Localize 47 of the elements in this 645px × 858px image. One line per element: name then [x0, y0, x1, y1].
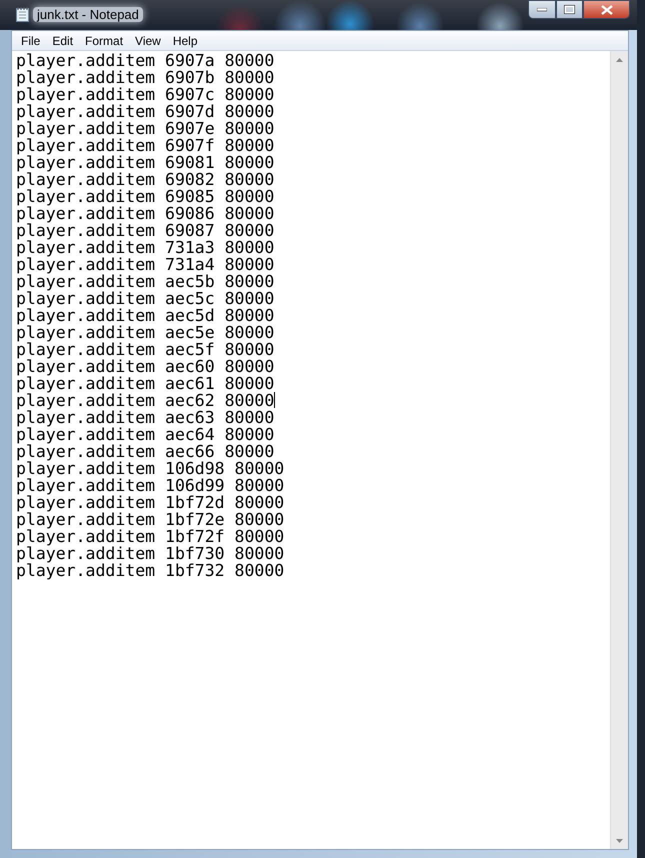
text-line: player.additem aec5f 80000	[16, 340, 274, 359]
close-button[interactable]	[583, 0, 630, 19]
minimize-icon	[537, 8, 547, 12]
menu-item[interactable]: Help	[166, 34, 204, 48]
text-line: player.additem 69082 80000	[16, 170, 274, 189]
text-line: player.additem 6907b 80000	[16, 68, 274, 87]
text-line: player.additem 1bf72e 80000	[16, 510, 284, 529]
minimize-button[interactable]	[528, 0, 556, 19]
text-line: player.additem aec5c 80000	[16, 289, 274, 308]
text-line: player.additem 6907a 80000	[16, 51, 274, 70]
text-line: player.additem 69081 80000	[16, 153, 274, 172]
text-line: player.additem aec64 80000	[16, 425, 274, 444]
text-line: player.additem 106d98 80000	[16, 459, 284, 478]
text-line: player.additem 69085 80000	[16, 187, 274, 206]
text-line: player.additem 1bf72f 80000	[16, 527, 284, 546]
menu-item[interactable]: View	[129, 34, 167, 48]
window-title: junk.txt - Notepad	[33, 7, 143, 22]
text-line: player.additem 731a3 80000	[16, 238, 274, 257]
maximize-icon	[564, 5, 575, 14]
maximize-button[interactable]	[556, 0, 583, 19]
text-line: player.additem 6907c 80000	[16, 85, 274, 104]
text-line: player.additem aec63 80000	[16, 408, 274, 427]
menu-item[interactable]: Edit	[46, 34, 80, 48]
notepad-icon	[16, 7, 29, 22]
down-arrow-icon	[616, 838, 623, 842]
text-line: player.additem aec61 80000	[16, 374, 274, 393]
text-line: player.additem 6907e 80000	[16, 119, 274, 138]
text-line: player.additem aec62 80000	[16, 391, 274, 410]
text-line: player.additem 1bf732 80000	[16, 561, 284, 580]
up-arrow-icon	[616, 58, 623, 62]
text-line: player.additem 1bf72d 80000	[16, 493, 284, 512]
menu-item[interactable]: File	[15, 34, 46, 48]
text-line: player.additem 6907f 80000	[16, 136, 274, 155]
text-line: player.additem 6907d 80000	[16, 102, 274, 121]
menu-item[interactable]: Format	[79, 34, 130, 48]
text-line: player.additem aec5d 80000	[16, 306, 274, 325]
text-line: player.additem aec66 80000	[16, 442, 274, 461]
scrollbar[interactable]	[610, 51, 628, 849]
text-line: player.additem 106d99 80000	[16, 476, 284, 495]
text-line: player.additem 69087 80000	[16, 221, 274, 240]
text-line: player.additem 731a4 80000	[16, 255, 274, 274]
text-line: player.additem aec5b 80000	[16, 272, 274, 291]
text-line: player.additem 1bf730 80000	[16, 544, 284, 563]
text-line: player.additem aec60 80000	[16, 357, 274, 376]
close-icon	[600, 4, 612, 14]
text-line: player.additem 69086 80000	[16, 204, 274, 223]
text-line: player.additem aec5e 80000	[16, 323, 274, 342]
